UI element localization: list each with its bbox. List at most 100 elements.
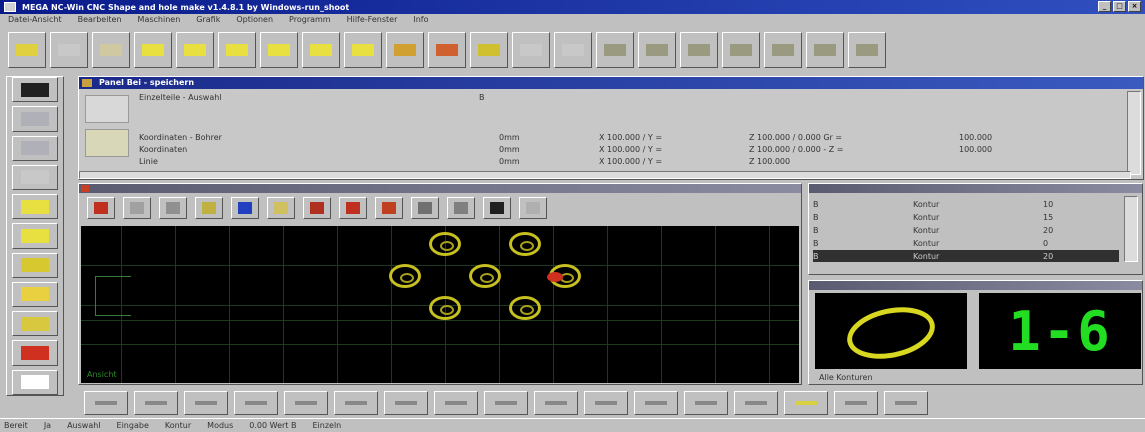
btn-13-button[interactable] bbox=[684, 391, 728, 415]
btn-16-button[interactable] bbox=[834, 391, 878, 415]
close-button[interactable] bbox=[483, 197, 511, 219]
ops-6-button[interactable] bbox=[806, 32, 844, 68]
menu-help[interactable]: Hilfe-Fenster bbox=[339, 14, 406, 27]
panel-main-hscroll[interactable] bbox=[79, 171, 1131, 179]
line-h-button[interactable] bbox=[386, 32, 424, 68]
list-item[interactable]: B Kontur 0 bbox=[813, 237, 1119, 249]
empty-2-button[interactable] bbox=[554, 32, 592, 68]
hole-marker[interactable] bbox=[509, 232, 541, 256]
drawing-canvas[interactable]: Ansicht bbox=[81, 226, 799, 383]
btn-3-button[interactable] bbox=[184, 391, 228, 415]
draw-box-button[interactable] bbox=[344, 32, 382, 68]
red-cut-button[interactable] bbox=[339, 197, 367, 219]
frame-button[interactable] bbox=[267, 197, 295, 219]
menu-edit[interactable]: Bearbeiten bbox=[70, 14, 130, 27]
sheet-button[interactable] bbox=[84, 391, 128, 415]
menu-options[interactable]: Optionen bbox=[228, 14, 281, 27]
menu-file[interactable]: Datei-Ansicht bbox=[0, 14, 70, 27]
preview-thumb-1[interactable] bbox=[85, 95, 129, 123]
btn-12-button[interactable] bbox=[634, 391, 678, 415]
corner-button[interactable] bbox=[411, 197, 439, 219]
minimize-button[interactable]: _ bbox=[1098, 1, 1111, 12]
maximize-button[interactable]: □ bbox=[1113, 1, 1126, 12]
draw-rect-button[interactable] bbox=[134, 32, 172, 68]
rect-tool-button[interactable] bbox=[159, 197, 187, 219]
red-tool-button[interactable] bbox=[12, 340, 58, 366]
btn-8-button[interactable] bbox=[434, 391, 478, 415]
open-button[interactable] bbox=[92, 32, 130, 68]
blue-marker-button[interactable] bbox=[231, 197, 259, 219]
list-item[interactable]: B Kontur 20 bbox=[813, 250, 1119, 262]
cut-1-button[interactable] bbox=[12, 106, 58, 132]
dots-button[interactable] bbox=[134, 391, 178, 415]
draw-arc-icon bbox=[310, 44, 332, 56]
new-button[interactable] bbox=[50, 32, 88, 68]
draw-polygon-button[interactable] bbox=[218, 32, 256, 68]
list-item[interactable]: B Kontur 20 bbox=[813, 224, 1119, 236]
empty-1-button[interactable] bbox=[512, 32, 550, 68]
ops-4-button[interactable] bbox=[722, 32, 760, 68]
list-cell: 20 bbox=[1043, 251, 1054, 261]
hole-marker[interactable] bbox=[429, 232, 461, 256]
ops-1-button[interactable] bbox=[596, 32, 634, 68]
menu-info[interactable]: Info bbox=[405, 14, 436, 27]
pencil-button[interactable] bbox=[195, 197, 223, 219]
list-cell: Kontur bbox=[913, 238, 940, 248]
yellow-2-button[interactable] bbox=[12, 252, 58, 278]
draw-shape-button[interactable] bbox=[176, 32, 214, 68]
draw-arc-button[interactable] bbox=[302, 32, 340, 68]
ops-7-button[interactable] bbox=[848, 32, 886, 68]
zoom-button[interactable] bbox=[123, 197, 151, 219]
btn-6-button[interactable] bbox=[334, 391, 378, 415]
yellow-1-button[interactable] bbox=[12, 194, 58, 220]
selected-marker[interactable] bbox=[547, 272, 563, 282]
draw-poly2-button[interactable] bbox=[260, 32, 298, 68]
btn-15-button[interactable] bbox=[784, 391, 828, 415]
empty-button[interactable] bbox=[519, 197, 547, 219]
close-button[interactable]: × bbox=[1128, 1, 1141, 12]
cut-2-button[interactable] bbox=[12, 135, 58, 161]
btn-7-icon bbox=[395, 401, 417, 405]
hole-marker[interactable] bbox=[509, 296, 541, 320]
ops-2-button[interactable] bbox=[638, 32, 676, 68]
tool-4-button[interactable] bbox=[12, 311, 58, 337]
list-item[interactable]: B Kontur 15 bbox=[813, 211, 1119, 223]
btn-17-button[interactable] bbox=[884, 391, 928, 415]
btn-11-button[interactable] bbox=[584, 391, 628, 415]
line-yellow-button[interactable] bbox=[470, 32, 508, 68]
preview-thumb-2[interactable] bbox=[85, 129, 129, 157]
btn-9-button[interactable] bbox=[484, 391, 528, 415]
btn-10-button[interactable] bbox=[534, 391, 578, 415]
btn-5-button[interactable] bbox=[284, 391, 328, 415]
ops-3-button[interactable] bbox=[680, 32, 718, 68]
ops-5-button[interactable] bbox=[764, 32, 802, 68]
page-button[interactable] bbox=[12, 369, 58, 395]
list-item[interactable]: B Kontur 10 bbox=[813, 198, 1119, 210]
menu-machines[interactable]: Maschinen bbox=[130, 14, 189, 27]
btn-14-button[interactable] bbox=[734, 391, 778, 415]
yellow-3-button[interactable] bbox=[12, 281, 58, 308]
chart-button[interactable] bbox=[303, 197, 331, 219]
box-button[interactable] bbox=[447, 197, 475, 219]
hole-marker[interactable] bbox=[469, 264, 501, 288]
exit-button[interactable] bbox=[8, 32, 46, 68]
btn-7-button[interactable] bbox=[384, 391, 428, 415]
red-cut-2-button[interactable] bbox=[375, 197, 403, 219]
hole-marker[interactable] bbox=[389, 264, 421, 288]
hole-marker[interactable] bbox=[429, 296, 461, 320]
lock-button[interactable] bbox=[12, 77, 58, 103]
draw-shape-icon bbox=[184, 44, 206, 56]
status-field: Eingabe bbox=[116, 421, 149, 430]
list-vscroll[interactable] bbox=[1124, 196, 1138, 262]
line-red-button[interactable] bbox=[428, 32, 466, 68]
menu-graphics[interactable]: Grafik bbox=[188, 14, 228, 27]
blue-marker-icon bbox=[238, 202, 252, 214]
rect-2-button[interactable] bbox=[12, 223, 58, 249]
menu-program[interactable]: Programm bbox=[281, 14, 339, 27]
grid-line bbox=[499, 226, 500, 383]
rect-button[interactable] bbox=[12, 164, 58, 191]
red-tool-button[interactable] bbox=[87, 197, 115, 219]
btn-4-button[interactable] bbox=[234, 391, 278, 415]
app-icon bbox=[4, 2, 16, 12]
panel-main-vscroll[interactable] bbox=[1127, 91, 1141, 175]
